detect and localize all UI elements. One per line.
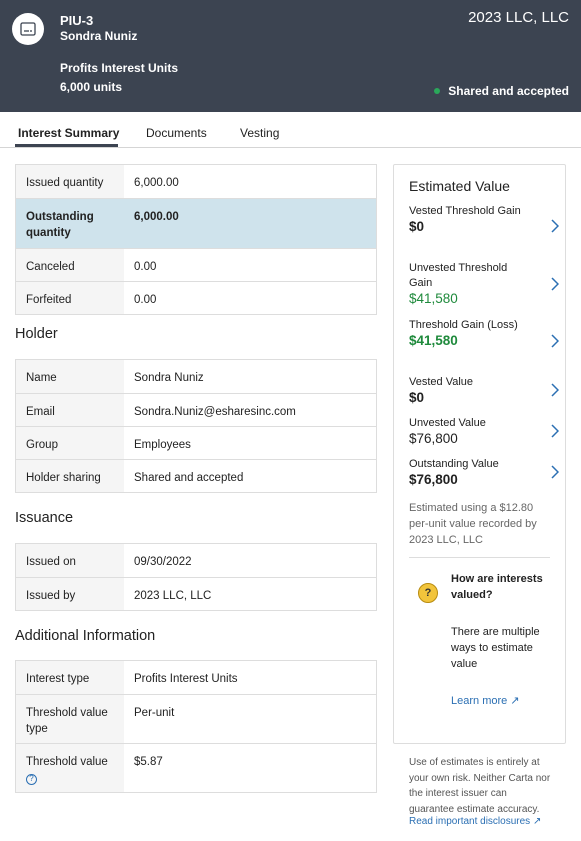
chevron-right-icon[interactable]	[551, 219, 559, 233]
row-value: Profits Interest Units	[134, 673, 238, 685]
unvested-value-item[interactable]: Unvested Value $76,800	[409, 416, 559, 447]
row-key: Canceled	[16, 249, 124, 281]
active-tab-indicator	[15, 144, 118, 147]
row-value: Sondra.Nuniz@esharesinc.com	[134, 406, 296, 418]
row-key: Outstanding quantity	[16, 199, 124, 248]
security-type: Profits Interest Units	[60, 61, 179, 75]
ev-label: Threshold Gain (Loss)	[409, 319, 518, 331]
chevron-right-icon[interactable]	[551, 277, 559, 291]
table-row: Threshold value type Per-unit	[16, 694, 376, 743]
row-value: Employees	[134, 439, 191, 451]
help-icon[interactable]: ?	[26, 773, 37, 785]
status-badge: Shared and accepted	[434, 84, 569, 98]
row-value: Shared and accepted	[134, 472, 244, 484]
company-name: 2023 LLC, LLC	[468, 9, 569, 26]
estimate-note: Estimated using a $12.80 per-unit value …	[409, 502, 537, 546]
table-row: Group Employees	[16, 426, 376, 459]
ev-value: $41,580	[409, 291, 458, 306]
ev-value: $0	[409, 390, 425, 405]
summary-table: Issued quantity 6,000.00 Outstanding qua…	[15, 164, 377, 315]
row-key: Issued on	[16, 544, 124, 577]
ev-label: Unvested Threshold Gain	[409, 262, 508, 289]
row-key: Name	[16, 360, 124, 393]
tab-documents[interactable]: Documents	[146, 126, 207, 140]
holder-section-title: Holder	[15, 326, 58, 342]
row-key: Threshold value	[26, 756, 108, 768]
row-key-cell: Threshold value ?	[16, 744, 124, 792]
ev-label: Unvested Value	[409, 417, 486, 429]
security-id: PIU-3	[60, 13, 94, 28]
table-row: Issued on 09/30/2022	[16, 544, 376, 577]
disclosures-link[interactable]: Read important disclosures ↗	[409, 816, 541, 827]
row-value: Sondra Nuniz	[134, 372, 204, 384]
table-row: Holder sharing Shared and accepted	[16, 459, 376, 492]
unvested-threshold-gain-item[interactable]: Unvested Threshold Gain $41,580	[409, 261, 559, 307]
tab-vesting[interactable]: Vesting	[240, 126, 279, 140]
learn-more-link[interactable]: Learn more ↗	[451, 694, 520, 707]
row-key: Email	[16, 394, 124, 426]
row-value: 2023 LLC, LLC	[134, 590, 212, 602]
question-icon: ?	[418, 583, 438, 603]
chevron-right-icon[interactable]	[551, 465, 559, 479]
ev-value: $76,800	[409, 472, 458, 487]
status-label: Shared and accepted	[448, 84, 569, 98]
row-value: 6,000.00	[134, 177, 179, 189]
table-row: Interest type Profits Interest Units	[16, 661, 376, 694]
additional-section-title: Additional Information	[15, 628, 156, 644]
row-key: Interest type	[16, 661, 124, 694]
security-units: 6,000 units	[60, 80, 123, 94]
tab-bar: Interest Summary Documents Vesting	[0, 112, 581, 148]
row-value: 6,000.00	[124, 199, 376, 248]
certificate-icon	[12, 13, 44, 45]
vested-threshold-gain-item[interactable]: Vested Threshold Gain $0	[409, 204, 559, 235]
row-key: Holder sharing	[16, 460, 124, 492]
issuance-section-title: Issuance	[15, 510, 74, 526]
status-dot-icon	[434, 88, 441, 94]
vested-value-item[interactable]: Vested Value $0	[409, 375, 559, 406]
row-key: Issued quantity	[16, 165, 124, 198]
row-value: 0.00	[134, 294, 157, 306]
row-value: Per-unit	[134, 707, 175, 719]
table-row: Issued quantity 6,000.00	[16, 165, 376, 198]
ev-value: $41,580	[409, 333, 458, 348]
help-body: There are multiple ways to estimate valu…	[451, 626, 540, 670]
disclaimer-text: Use of estimates is entirely at your own…	[409, 757, 551, 815]
row-value: 09/30/2022	[134, 556, 192, 568]
tab-interest-summary[interactable]: Interest Summary	[18, 126, 119, 140]
additional-table: Interest type Profits Interest Units Thr…	[15, 660, 377, 793]
table-row-highlighted: Outstanding quantity 6,000.00	[16, 198, 376, 248]
ev-label: Vested Value	[409, 376, 474, 388]
row-key: Issued by	[16, 578, 124, 610]
row-value: $5.87	[134, 756, 163, 768]
threshold-gain-loss-item[interactable]: Threshold Gain (Loss) $41,580	[409, 318, 559, 349]
row-value: 0.00	[134, 261, 157, 273]
estimated-value-card: Estimated Value Vested Threshold Gain $0…	[393, 164, 566, 744]
row-key: Threshold value type	[16, 695, 124, 743]
header: PIU-3 Sondra Nuniz 2023 LLC, LLC Profits…	[0, 0, 581, 112]
table-row: Name Sondra Nuniz	[16, 360, 376, 393]
table-row: Forfeited 0.00	[16, 281, 376, 314]
table-row: Threshold value ? $5.87	[16, 743, 376, 792]
row-key: Forfeited	[16, 282, 124, 314]
divider	[409, 557, 550, 558]
table-row: Email Sondra.Nuniz@esharesinc.com	[16, 393, 376, 426]
chevron-right-icon[interactable]	[551, 424, 559, 438]
help-title: How are interests valued?	[451, 573, 543, 601]
holder-name: Sondra Nuniz	[60, 29, 138, 43]
ev-label: Vested Threshold Gain	[409, 205, 521, 217]
holder-table: Name Sondra Nuniz Email Sondra.Nuniz@esh…	[15, 359, 377, 493]
table-row: Issued by 2023 LLC, LLC	[16, 577, 376, 610]
table-row: Canceled 0.00	[16, 248, 376, 281]
chevron-right-icon[interactable]	[551, 383, 559, 397]
card-title: Estimated Value	[409, 178, 510, 194]
row-key: Group	[16, 427, 124, 459]
chevron-right-icon[interactable]	[551, 334, 559, 348]
issuance-table: Issued on 09/30/2022 Issued by 2023 LLC,…	[15, 543, 377, 611]
ev-label: Outstanding Value	[409, 458, 499, 470]
ev-value: $0	[409, 219, 425, 234]
outstanding-value-item[interactable]: Outstanding Value $76,800	[409, 457, 559, 488]
ev-value: $76,800	[409, 431, 458, 446]
